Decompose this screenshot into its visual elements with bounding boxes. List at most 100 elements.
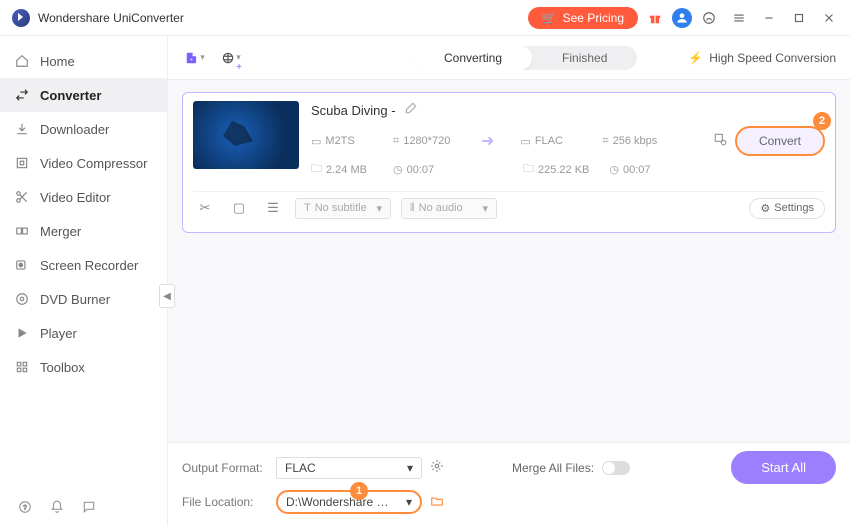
src-resolution: 1280*720 bbox=[403, 135, 450, 147]
folder-icon: 🗀 bbox=[523, 160, 534, 179]
disc-icon bbox=[14, 291, 30, 307]
top-toolbar: + ▾ + ▾ Converting Finished ⚡ High Speed… bbox=[168, 36, 850, 80]
sidebar-item-compressor[interactable]: Video Compressor bbox=[0, 146, 167, 180]
support-icon[interactable] bbox=[696, 5, 722, 31]
trim-icon[interactable]: ✂ bbox=[193, 196, 217, 220]
maximize-icon[interactable] bbox=[786, 5, 812, 31]
sidebar-item-label: Toolbox bbox=[40, 360, 85, 375]
gear-icon: ⚙ bbox=[760, 202, 770, 215]
arrow-right-icon: ➜ bbox=[481, 131, 494, 151]
output-settings-icon[interactable] bbox=[713, 132, 727, 151]
sidebar-item-dvd[interactable]: DVD Burner bbox=[0, 282, 167, 316]
video-icon: ▭ bbox=[311, 135, 321, 148]
minimize-icon[interactable] bbox=[756, 5, 782, 31]
resolution-icon: ⌗ bbox=[393, 135, 399, 148]
file-location-label: File Location: bbox=[182, 495, 268, 509]
sidebar-item-home[interactable]: Home bbox=[0, 44, 167, 78]
sidebar-item-editor[interactable]: Video Editor bbox=[0, 180, 167, 214]
callout-badge-1: 1 bbox=[350, 482, 368, 500]
more-icon[interactable]: ☰ bbox=[261, 196, 285, 220]
cart-icon: 🛒 bbox=[542, 11, 557, 25]
clock-icon: ◷ bbox=[609, 163, 619, 176]
subtitle-select[interactable]: TNo subtitle ▾ bbox=[295, 198, 391, 219]
see-pricing-button[interactable]: 🛒 See Pricing bbox=[528, 7, 638, 29]
hsc-label: High Speed Conversion bbox=[709, 51, 836, 65]
file-location-select[interactable]: D:\Wondershare UniConverter 1 ▾ 1 bbox=[276, 490, 422, 514]
audio-track-select[interactable]: ⫴No audio ▾ bbox=[401, 198, 497, 219]
add-url-button[interactable]: + ▾ bbox=[218, 45, 244, 71]
src-container: M2TS bbox=[325, 135, 354, 147]
bolt-icon: ⚡ bbox=[688, 51, 703, 65]
format-settings-icon[interactable] bbox=[430, 459, 444, 476]
convert-button[interactable]: Convert bbox=[735, 126, 825, 156]
sidebar-item-recorder[interactable]: Screen Recorder bbox=[0, 248, 167, 282]
video-thumbnail[interactable] bbox=[193, 101, 299, 169]
chevron-down-icon: ▾ bbox=[407, 461, 413, 475]
feedback-icon[interactable] bbox=[80, 498, 98, 516]
dst-codec: FLAC bbox=[535, 135, 563, 147]
audio-icon: ▭ bbox=[520, 135, 530, 148]
menu-icon[interactable] bbox=[726, 5, 752, 31]
chevron-down-icon: ▾ bbox=[376, 202, 382, 215]
svg-text:+: + bbox=[190, 57, 194, 63]
grid-icon bbox=[14, 359, 30, 375]
play-icon bbox=[14, 325, 30, 341]
footer-bar: Output Format: FLAC ▾ Merge All Files: S… bbox=[168, 442, 850, 526]
svg-text:?: ? bbox=[23, 504, 27, 511]
waveform-icon: ⫴ bbox=[410, 202, 415, 215]
record-icon bbox=[14, 257, 30, 273]
tab-converting[interactable]: Converting bbox=[414, 46, 532, 70]
dst-duration: 00:07 bbox=[623, 164, 651, 176]
merge-icon bbox=[14, 223, 30, 239]
chevron-down-icon: ▾ bbox=[406, 495, 412, 509]
sidebar-item-merger[interactable]: Merger bbox=[0, 214, 167, 248]
pricing-label: See Pricing bbox=[563, 11, 624, 25]
folder-icon: 🗀 bbox=[311, 160, 322, 179]
sidebar-item-label: Player bbox=[40, 326, 77, 341]
sidebar-item-label: Screen Recorder bbox=[40, 258, 138, 273]
bitrate-icon: ⌗ bbox=[602, 135, 608, 148]
merge-label: Merge All Files: bbox=[512, 461, 594, 475]
high-speed-toggle[interactable]: ⚡ High Speed Conversion bbox=[688, 51, 836, 65]
bell-icon[interactable] bbox=[48, 498, 66, 516]
add-file-button[interactable]: + ▾ bbox=[182, 45, 208, 71]
file-card: Scuba Diving - ▭ M2TS ⌗ 1280*720 ➜ ▭ FLAC ⌗… bbox=[182, 92, 836, 233]
sidebar-item-label: Downloader bbox=[40, 122, 109, 137]
output-format-label: Output Format: bbox=[182, 461, 268, 475]
compress-icon bbox=[14, 155, 30, 171]
start-all-button[interactable]: Start All bbox=[731, 451, 836, 484]
converter-icon bbox=[14, 87, 30, 103]
sidebar-item-label: Converter bbox=[40, 88, 101, 103]
file-name: Scuba Diving - bbox=[311, 103, 396, 118]
app-logo-icon bbox=[12, 9, 30, 27]
output-format-select[interactable]: FLAC ▾ bbox=[276, 457, 422, 479]
crop-icon[interactable]: ▢ bbox=[227, 196, 251, 220]
sidebar-item-toolbox[interactable]: Toolbox bbox=[0, 350, 167, 384]
sidebar-item-downloader[interactable]: Downloader bbox=[0, 112, 167, 146]
edit-name-icon[interactable] bbox=[404, 101, 418, 120]
src-duration: 00:07 bbox=[407, 164, 435, 176]
sidebar-item-player[interactable]: Player bbox=[0, 316, 167, 350]
merge-toggle[interactable] bbox=[602, 461, 630, 475]
dst-bitrate: 256 kbps bbox=[613, 135, 658, 147]
sidebar-item-converter[interactable]: Converter bbox=[0, 78, 167, 112]
download-icon bbox=[14, 121, 30, 137]
sidebar-item-label: Video Editor bbox=[40, 190, 111, 205]
tab-finished[interactable]: Finished bbox=[532, 46, 637, 70]
titlebar: Wondershare UniConverter 🛒 See Pricing bbox=[0, 0, 850, 36]
collapse-sidebar-button[interactable]: ◀ bbox=[159, 284, 175, 308]
user-avatar-icon[interactable] bbox=[672, 8, 692, 28]
main-area: + ▾ + ▾ Converting Finished ⚡ High Speed… bbox=[168, 36, 850, 526]
file-settings-button[interactable]: ⚙ Settings bbox=[749, 198, 825, 219]
open-folder-icon[interactable] bbox=[430, 494, 444, 511]
src-size: 2.24 MB bbox=[326, 164, 367, 176]
tab-group: Converting Finished bbox=[414, 46, 637, 70]
app-title: Wondershare UniConverter bbox=[38, 11, 184, 25]
dst-size: 225.22 KB bbox=[538, 164, 589, 176]
help-icon[interactable]: ? bbox=[16, 498, 34, 516]
gift-icon[interactable] bbox=[642, 5, 668, 31]
chevron-down-icon: ▾ bbox=[200, 52, 205, 63]
close-icon[interactable] bbox=[816, 5, 842, 31]
sidebar-item-label: Video Compressor bbox=[40, 156, 147, 171]
chevron-down-icon: ▾ bbox=[482, 202, 488, 215]
